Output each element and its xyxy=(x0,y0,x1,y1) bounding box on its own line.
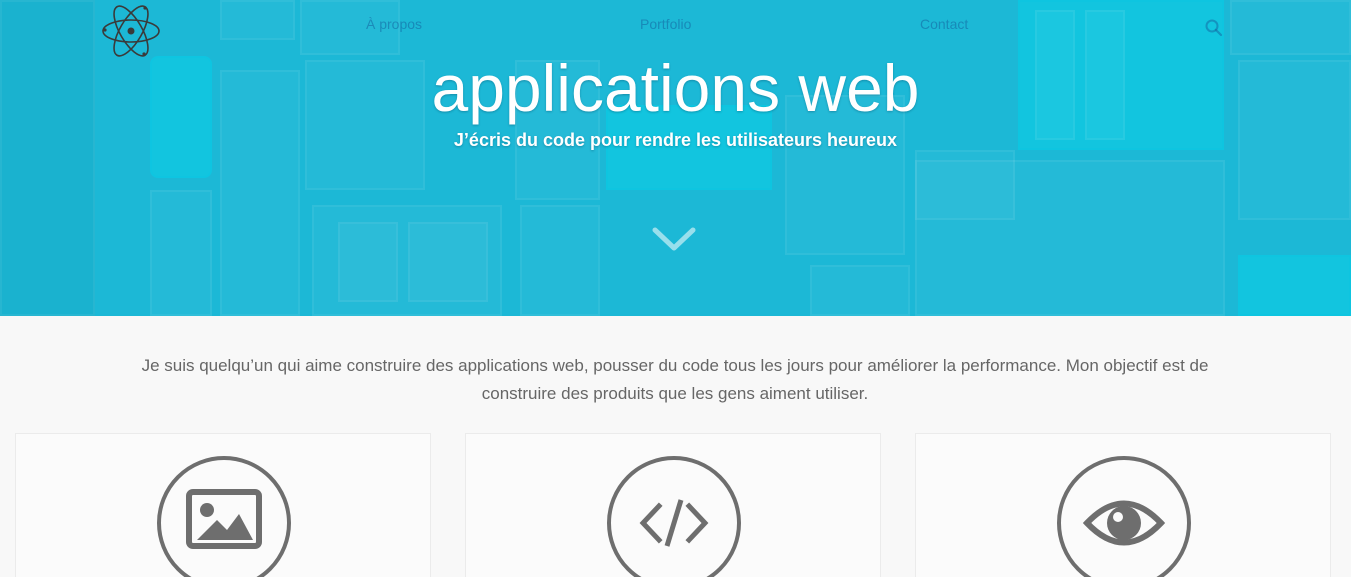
hero-bg-block xyxy=(520,205,600,316)
eye-icon xyxy=(1082,500,1166,546)
image-icon xyxy=(186,489,262,549)
feature-circle xyxy=(1057,456,1191,577)
scroll-down-chevron-icon[interactable] xyxy=(652,226,696,254)
search-icon[interactable] xyxy=(1204,18,1224,38)
feature-circle xyxy=(607,456,741,577)
page: À propos Portfolio Contact applications … xyxy=(0,0,1351,577)
main-nav: À propos Portfolio Contact xyxy=(0,16,1351,40)
hero-bg-block xyxy=(915,160,1225,316)
hero-section: À propos Portfolio Contact applications … xyxy=(0,0,1351,316)
hero-subtitle: J’écris du code pour rendre les utilisat… xyxy=(453,130,898,150)
feature-circle xyxy=(157,456,291,577)
hero-title: applications web xyxy=(431,51,920,126)
intro-text: Je suis quelqu’un qui aime construire de… xyxy=(141,356,1209,403)
feature-card-code xyxy=(465,433,881,577)
feature-card-design xyxy=(15,433,431,577)
nav-item-portfolio[interactable]: Portfolio xyxy=(640,16,691,32)
hero-bg-block xyxy=(150,190,212,316)
hero-bg-block xyxy=(338,222,398,302)
hero-bg-block xyxy=(810,265,910,316)
hero-bg-block xyxy=(408,222,488,302)
feature-card-ux xyxy=(915,433,1331,577)
hero-bg-block xyxy=(1238,255,1351,316)
nav-item-contact[interactable]: Contact xyxy=(920,16,968,32)
nav-item-about[interactable]: À propos xyxy=(366,16,422,32)
code-icon xyxy=(639,499,709,547)
